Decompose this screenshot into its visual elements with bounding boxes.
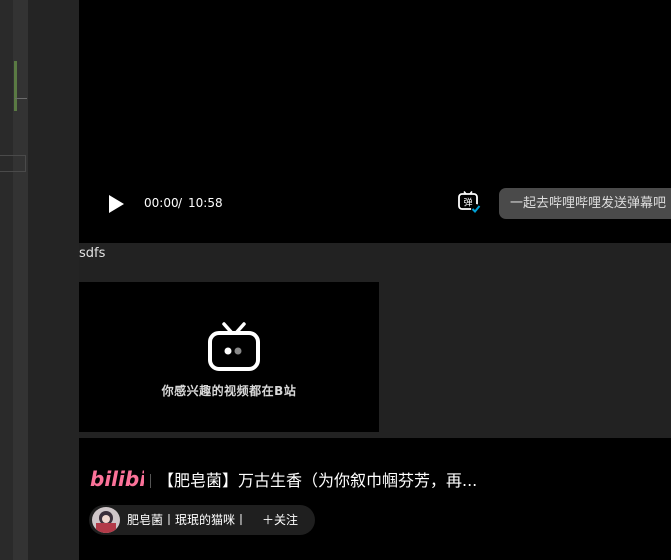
gutter-tick	[15, 98, 27, 99]
bilibili-logo[interactable]: bilibili	[90, 464, 144, 492]
video-title[interactable]: 【肥皂菌】万古生香（为你叙巾帼芬芳，再...	[158, 470, 478, 492]
play-button[interactable]	[104, 191, 128, 217]
outline-box	[0, 155, 26, 172]
left-sidebar-strip	[0, 0, 13, 560]
follow-button[interactable]: ＋关注	[262, 513, 298, 527]
avatar-image	[92, 507, 120, 533]
caption-text: sdfs	[79, 246, 106, 261]
danmaku-input[interactable]: 一起去哔哩哔哩发送弹幕吧	[499, 188, 671, 219]
current-time: 00:00	[144, 196, 179, 210]
embed-hint: 你感兴趣的视频都在B站	[161, 384, 297, 398]
bilibili-wordmark: bilibili	[90, 467, 144, 491]
time-separator: /	[178, 196, 183, 210]
video-info-card	[79, 438, 671, 560]
left-margin-panel	[28, 0, 79, 560]
danmaku-toggle-icon[interactable]: 弹	[456, 190, 482, 216]
change-indicator	[14, 61, 17, 111]
author-name[interactable]: 肥皂菌丨珉珉的猫咪丨	[127, 513, 247, 527]
play-icon	[109, 195, 124, 213]
tv-icon	[208, 322, 260, 371]
logo-divider	[150, 474, 151, 488]
danmaku-glyph: 弹	[463, 197, 472, 209]
duration: 10:58	[188, 196, 223, 210]
author-avatar[interactable]	[92, 507, 120, 533]
page: 00:00 / 10:58 弹 一起去哔哩哔哩发送弹幕吧 sdfs 你感兴趣的视…	[0, 0, 671, 560]
embed-video-card[interactable]: 你感兴趣的视频都在B站	[79, 282, 379, 432]
